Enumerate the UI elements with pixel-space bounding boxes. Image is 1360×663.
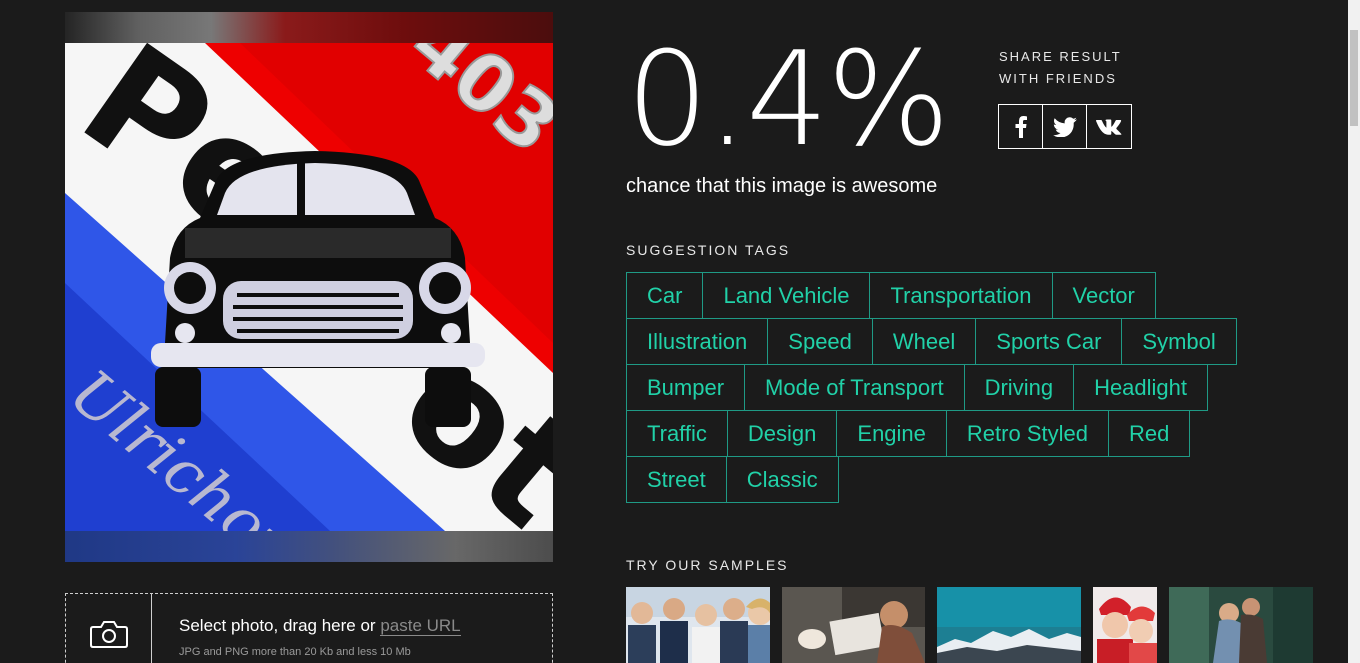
tag-land-vehicle[interactable]: Land Vehicle: [702, 272, 871, 319]
tag-sports-car[interactable]: Sports Car: [975, 318, 1123, 365]
vk-icon: [1096, 119, 1122, 135]
scrollbar-thumb[interactable]: [1350, 30, 1358, 126]
tag-traffic[interactable]: Traffic: [626, 410, 728, 457]
tag-driving[interactable]: Driving: [963, 364, 1075, 411]
tag-row: Traffic Design Engine Retro Styled Red: [626, 410, 1276, 457]
tag-car[interactable]: Car: [626, 272, 704, 319]
tag-wheel[interactable]: Wheel: [871, 318, 977, 365]
tag-street[interactable]: Street: [626, 456, 727, 503]
tag-row: Car Land Vehicle Transportation Vector: [626, 272, 1276, 319]
upload-hint: JPG and PNG more than 20 Kb and less 10 …: [179, 646, 411, 658]
page-scrollbar[interactable]: [1348, 0, 1360, 663]
image-blur-bottom: [65, 531, 553, 562]
upload-dropzone[interactable]: Select photo, drag here or paste URL JPG…: [65, 593, 553, 663]
tag-headlight[interactable]: Headlight: [1073, 364, 1209, 411]
tag-row: Street Classic: [626, 456, 1276, 503]
share-buttons: [998, 104, 1132, 149]
tag-speed[interactable]: Speed: [767, 318, 873, 365]
samples-heading: TRY OUR SAMPLES: [626, 557, 789, 573]
camera-icon: [89, 621, 128, 648]
tag-design[interactable]: Design: [726, 410, 838, 457]
tag-row: Bumper Mode of Transport Driving Headlig…: [626, 364, 1276, 411]
share-label: SHARE RESULT WITH FRIENDS: [999, 46, 1122, 90]
share-facebook-button[interactable]: [999, 105, 1043, 148]
paste-url-link[interactable]: paste URL: [380, 616, 461, 636]
tag-mode-of-transport[interactable]: Mode of Transport: [744, 364, 965, 411]
camera-button[interactable]: [66, 594, 152, 663]
suggestion-tags: Car Land Vehicle Transportation Vector I…: [626, 272, 1276, 503]
sample-winter-couple[interactable]: [1093, 587, 1157, 663]
upload-instructions: Select photo, drag here or paste URL: [179, 616, 461, 636]
tag-vector[interactable]: Vector: [1051, 272, 1156, 319]
sample-business-team[interactable]: [626, 587, 770, 663]
share-label-line1: SHARE RESULT: [999, 49, 1122, 64]
image-blur-top: [65, 12, 553, 43]
tag-transportation[interactable]: Transportation: [869, 272, 1053, 319]
tag-classic[interactable]: Classic: [725, 456, 839, 503]
sample-cafe-table[interactable]: [782, 587, 925, 663]
suggestion-tags-heading: SUGGESTION TAGS: [626, 242, 791, 258]
facebook-icon: [1015, 115, 1027, 138]
twitter-icon: [1052, 116, 1077, 137]
awesome-percent: 0.4%: [626, 23, 950, 175]
analysed-image-panel: Pe ot 403 Ulrichou: [65, 12, 553, 562]
tag-bumper[interactable]: Bumper: [626, 364, 746, 411]
sample-mountain-landscape[interactable]: [937, 587, 1081, 663]
tag-symbol[interactable]: Symbol: [1121, 318, 1237, 365]
car-poster-image: Pe ot 403 Ulrichou: [65, 43, 553, 531]
chance-text: chance that this image is awesome: [626, 175, 938, 197]
share-vk-button[interactable]: [1087, 105, 1131, 148]
tag-engine[interactable]: Engine: [836, 410, 947, 457]
share-twitter-button[interactable]: [1043, 105, 1087, 148]
upload-main-text: Select photo, drag here or: [179, 616, 376, 635]
tag-illustration[interactable]: Illustration: [626, 318, 769, 365]
sample-forest-couple[interactable]: [1169, 587, 1313, 663]
tag-row: Illustration Speed Wheel Sports Car Symb…: [626, 318, 1276, 365]
tag-retro-styled[interactable]: Retro Styled: [945, 410, 1109, 457]
share-label-line2: WITH FRIENDS: [999, 71, 1117, 86]
tag-red[interactable]: Red: [1107, 410, 1191, 457]
